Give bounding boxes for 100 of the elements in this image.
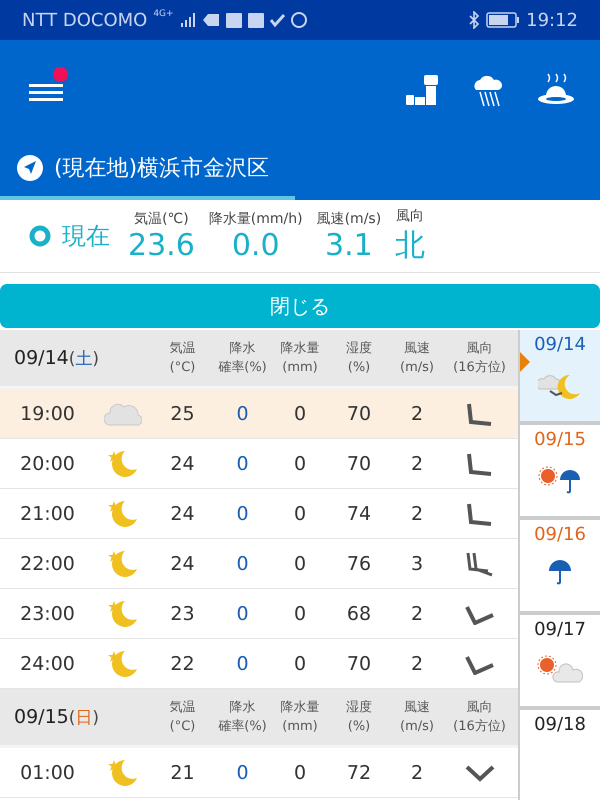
day-tab[interactable]: 09/14 xyxy=(520,330,600,421)
paren: ( xyxy=(68,708,76,728)
paren: ( xyxy=(68,348,76,368)
tag-icon xyxy=(202,13,220,27)
clock-time: 19:12 xyxy=(526,10,578,30)
sun-umbrella-icon xyxy=(538,464,582,494)
wind-speed-cell-text: 2 xyxy=(410,452,424,474)
column-header: 気温 xyxy=(170,699,196,717)
rain-chance-cell-text: 0 xyxy=(235,652,250,674)
day-tab[interactable]: 09/18 xyxy=(520,710,600,800)
column-unit: (mm) xyxy=(282,718,318,736)
rain-chance-cell-text: 0 xyxy=(235,762,250,784)
rain-amount-cell-text: 0 xyxy=(292,602,308,624)
column-header: 降水量 xyxy=(280,340,320,358)
paren: ) xyxy=(92,348,100,368)
column-header: 風速 xyxy=(404,699,430,717)
temperature-cell-text: 23 xyxy=(169,602,196,624)
hour-time: 01:00 xyxy=(19,762,76,784)
wind-direction-icon xyxy=(464,764,494,782)
column-unit: 確率(%) xyxy=(218,359,267,377)
star-moon-icon xyxy=(106,448,138,478)
wind-speed-cell-text: 2 xyxy=(410,602,424,624)
ring-icon xyxy=(290,12,307,28)
temperature-cell-text: 21 xyxy=(169,762,196,784)
weekday: 土 xyxy=(75,348,92,370)
temperature-cell-text: 24 xyxy=(169,552,196,574)
day-tab[interactable]: 09/16 xyxy=(520,520,600,611)
humidity-cell-text: 72 xyxy=(346,762,372,784)
star-moon-icon xyxy=(106,548,138,578)
star-moon-icon xyxy=(106,498,138,528)
temperature-cell-text: 25 xyxy=(169,402,196,424)
hour-time: 22:00 xyxy=(19,552,76,574)
rain-chance-cell-text: 0 xyxy=(235,552,250,574)
metric-label: 風向 xyxy=(396,206,424,224)
rain-chance-cell-text: 0 xyxy=(235,602,250,624)
column-header: 湿度 xyxy=(346,340,372,358)
column-header: 湿度 xyxy=(346,699,372,717)
rain-chance-cell-text: 0 xyxy=(235,402,250,424)
column-unit: (16方位) xyxy=(453,359,506,377)
column-unit: (°C) xyxy=(170,718,196,736)
day-tab[interactable]: 09/17 xyxy=(520,615,600,706)
metric-label: 気温(℃) xyxy=(134,210,189,228)
humidity-cell-text: 70 xyxy=(346,452,372,474)
rain-amount-cell-text: 0 xyxy=(292,552,308,574)
column-unit: 確率(%) xyxy=(218,718,267,736)
rain-amount-cell-text: 0 xyxy=(292,402,308,424)
wind-speed-cell-text: 2 xyxy=(410,502,424,524)
ring-icon xyxy=(28,224,52,248)
hour-time: 23:00 xyxy=(19,602,76,624)
battery-icon xyxy=(486,12,520,28)
wind-speed-cell-text: 2 xyxy=(410,762,424,784)
carrier-name: NTT DOCOMO xyxy=(22,10,148,30)
rain-amount-cell-text: 0 xyxy=(292,452,308,474)
metric-label: 降水量(mm/h) xyxy=(208,210,303,228)
wind-speed-cell-text: 2 xyxy=(410,402,424,424)
metric-value: 0.0 xyxy=(232,228,280,262)
star-moon-icon xyxy=(106,758,138,788)
blocks-icon[interactable] xyxy=(404,73,440,107)
temperature-cell-text: 24 xyxy=(169,502,196,524)
humidity-cell-text: 70 xyxy=(346,652,372,674)
bluetooth-icon xyxy=(468,11,480,29)
column-header: 気温 xyxy=(170,340,196,358)
star-moon-icon xyxy=(106,648,138,678)
wind-direction-icon xyxy=(466,502,492,526)
column-unit: (°C) xyxy=(170,359,196,377)
star-moon-icon xyxy=(106,598,138,628)
wind-speed-cell-text: 3 xyxy=(410,552,424,574)
hour-time: 19:00 xyxy=(19,402,76,424)
weekday: 日 xyxy=(75,706,92,728)
humidity-cell-text: 74 xyxy=(346,502,372,524)
rain-chance-cell-text: 0 xyxy=(235,452,250,474)
column-unit: (m/s) xyxy=(400,718,434,736)
column-unit: (m/s) xyxy=(400,359,434,377)
column-header: 風向 xyxy=(466,340,492,358)
humidity-cell-text: 70 xyxy=(346,402,372,424)
network-type: 4G+ xyxy=(153,9,174,19)
day-date: 09/14 xyxy=(14,346,69,368)
wind-direction-icon xyxy=(466,550,494,576)
metric-value: 23.6 xyxy=(128,228,195,262)
umbrella-icon xyxy=(547,559,573,585)
hour-time: 24:00 xyxy=(19,652,76,674)
wind-direction-icon xyxy=(466,402,492,426)
wind-direction-icon xyxy=(466,452,492,476)
rain-amount-cell-text: 0 xyxy=(292,762,308,784)
hour-time: 21:00 xyxy=(19,502,76,524)
column-unit: (%) xyxy=(348,359,370,377)
app-icon xyxy=(248,12,264,28)
column-header: 降水 xyxy=(230,699,256,717)
wind-speed-cell-text: 2 xyxy=(410,652,424,674)
day-tab[interactable]: 09/15 xyxy=(520,425,600,516)
current-label: 現在 xyxy=(62,221,110,252)
metric-value: 3.1 xyxy=(325,228,373,262)
rain-chance-cell-text: 0 xyxy=(235,502,250,524)
column-header: 降水 xyxy=(230,340,256,358)
pointer-icon xyxy=(520,352,530,372)
column-unit: (%) xyxy=(348,718,370,736)
rain-amount-cell-text: 0 xyxy=(292,652,308,674)
paren: ) xyxy=(92,708,100,728)
signal-icon xyxy=(180,12,196,28)
column-unit: (16方位) xyxy=(453,718,506,736)
